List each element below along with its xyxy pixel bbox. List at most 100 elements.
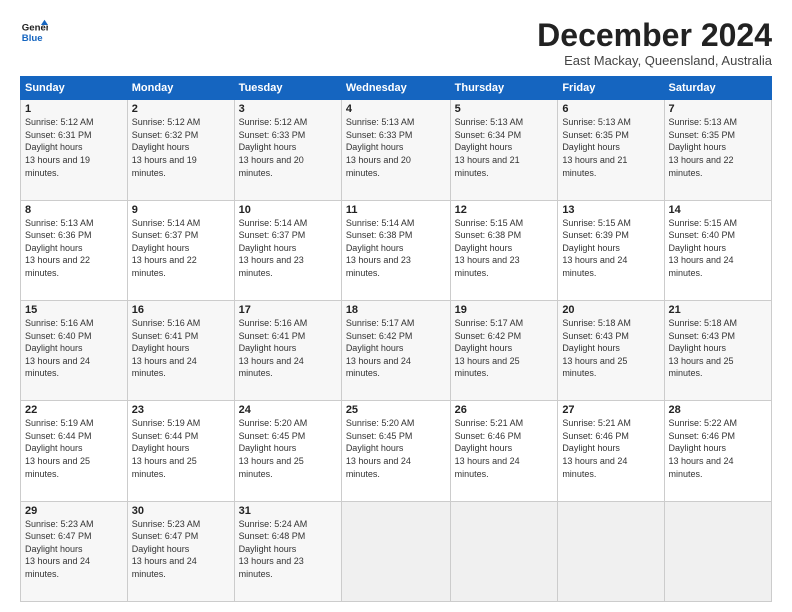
day-detail: Sunrise: 5:13 AMSunset: 6:34 PMDaylight … — [455, 116, 554, 179]
day-number: 21 — [669, 304, 768, 316]
empty-cell — [341, 501, 450, 601]
calendar-day-3: 3 Sunrise: 5:12 AMSunset: 6:33 PMDayligh… — [234, 100, 341, 200]
calendar-day-22: 22 Sunrise: 5:19 AMSunset: 6:44 PMDaylig… — [21, 401, 128, 501]
calendar-week-row: 29 Sunrise: 5:23 AMSunset: 6:47 PMDaylig… — [21, 501, 772, 601]
day-detail: Sunrise: 5:13 AMSunset: 6:33 PMDaylight … — [346, 116, 446, 179]
calendar-header-sunday: Sunday — [21, 77, 128, 100]
page: General Blue December 2024 East Mackay, … — [0, 0, 792, 612]
calendar-day-4: 4 Sunrise: 5:13 AMSunset: 6:33 PMDayligh… — [341, 100, 450, 200]
calendar-header-monday: Monday — [127, 77, 234, 100]
calendar-day-18: 18 Sunrise: 5:17 AMSunset: 6:42 PMDaylig… — [341, 300, 450, 400]
day-number: 7 — [669, 103, 768, 115]
day-detail: Sunrise: 5:13 AMSunset: 6:35 PMDaylight … — [669, 116, 768, 179]
calendar-day-2: 2 Sunrise: 5:12 AMSunset: 6:32 PMDayligh… — [127, 100, 234, 200]
calendar-header-wednesday: Wednesday — [341, 77, 450, 100]
logo-icon: General Blue — [20, 18, 48, 46]
day-number: 14 — [669, 204, 768, 216]
calendar-day-28: 28 Sunrise: 5:22 AMSunset: 6:46 PMDaylig… — [664, 401, 772, 501]
day-detail: Sunrise: 5:17 AMSunset: 6:42 PMDaylight … — [455, 317, 554, 380]
day-number: 17 — [239, 304, 337, 316]
calendar-day-13: 13 Sunrise: 5:15 AMSunset: 6:39 PMDaylig… — [558, 200, 664, 300]
day-number: 30 — [132, 505, 230, 517]
day-number: 16 — [132, 304, 230, 316]
day-number: 8 — [25, 204, 123, 216]
day-number: 11 — [346, 204, 446, 216]
day-detail: Sunrise: 5:16 AMSunset: 6:41 PMDaylight … — [239, 317, 337, 380]
calendar-day-30: 30 Sunrise: 5:23 AMSunset: 6:47 PMDaylig… — [127, 501, 234, 601]
day-detail: Sunrise: 5:14 AMSunset: 6:37 PMDaylight … — [239, 217, 337, 280]
calendar-day-19: 19 Sunrise: 5:17 AMSunset: 6:42 PMDaylig… — [450, 300, 558, 400]
day-detail: Sunrise: 5:12 AMSunset: 6:31 PMDaylight … — [25, 116, 123, 179]
day-number: 28 — [669, 404, 768, 416]
day-detail: Sunrise: 5:16 AMSunset: 6:41 PMDaylight … — [132, 317, 230, 380]
day-number: 12 — [455, 204, 554, 216]
calendar-day-20: 20 Sunrise: 5:18 AMSunset: 6:43 PMDaylig… — [558, 300, 664, 400]
calendar-day-21: 21 Sunrise: 5:18 AMSunset: 6:43 PMDaylig… — [664, 300, 772, 400]
day-number: 18 — [346, 304, 446, 316]
calendar-header-row: SundayMondayTuesdayWednesdayThursdayFrid… — [21, 77, 772, 100]
calendar-header-saturday: Saturday — [664, 77, 772, 100]
day-number: 31 — [239, 505, 337, 517]
calendar-day-9: 9 Sunrise: 5:14 AMSunset: 6:37 PMDayligh… — [127, 200, 234, 300]
day-detail: Sunrise: 5:14 AMSunset: 6:37 PMDaylight … — [132, 217, 230, 280]
calendar-day-8: 8 Sunrise: 5:13 AMSunset: 6:36 PMDayligh… — [21, 200, 128, 300]
day-detail: Sunrise: 5:19 AMSunset: 6:44 PMDaylight … — [25, 417, 123, 480]
day-detail: Sunrise: 5:15 AMSunset: 6:39 PMDaylight … — [562, 217, 659, 280]
calendar-day-29: 29 Sunrise: 5:23 AMSunset: 6:47 PMDaylig… — [21, 501, 128, 601]
day-detail: Sunrise: 5:20 AMSunset: 6:45 PMDaylight … — [346, 417, 446, 480]
empty-cell — [558, 501, 664, 601]
day-number: 3 — [239, 103, 337, 115]
day-detail: Sunrise: 5:13 AMSunset: 6:35 PMDaylight … — [562, 116, 659, 179]
day-number: 22 — [25, 404, 123, 416]
day-detail: Sunrise: 5:18 AMSunset: 6:43 PMDaylight … — [562, 317, 659, 380]
day-detail: Sunrise: 5:15 AMSunset: 6:40 PMDaylight … — [669, 217, 768, 280]
calendar-day-5: 5 Sunrise: 5:13 AMSunset: 6:34 PMDayligh… — [450, 100, 558, 200]
svg-text:Blue: Blue — [22, 33, 43, 44]
day-number: 27 — [562, 404, 659, 416]
subtitle: East Mackay, Queensland, Australia — [537, 53, 772, 68]
day-number: 20 — [562, 304, 659, 316]
day-number: 9 — [132, 204, 230, 216]
day-detail: Sunrise: 5:13 AMSunset: 6:36 PMDaylight … — [25, 217, 123, 280]
day-detail: Sunrise: 5:15 AMSunset: 6:38 PMDaylight … — [455, 217, 554, 280]
day-number: 2 — [132, 103, 230, 115]
calendar-header-thursday: Thursday — [450, 77, 558, 100]
day-detail: Sunrise: 5:21 AMSunset: 6:46 PMDaylight … — [562, 417, 659, 480]
calendar-day-25: 25 Sunrise: 5:20 AMSunset: 6:45 PMDaylig… — [341, 401, 450, 501]
day-detail: Sunrise: 5:17 AMSunset: 6:42 PMDaylight … — [346, 317, 446, 380]
day-detail: Sunrise: 5:24 AMSunset: 6:48 PMDaylight … — [239, 518, 337, 581]
calendar-day-17: 17 Sunrise: 5:16 AMSunset: 6:41 PMDaylig… — [234, 300, 341, 400]
day-number: 19 — [455, 304, 554, 316]
day-number: 15 — [25, 304, 123, 316]
main-title: December 2024 — [537, 18, 772, 53]
day-detail: Sunrise: 5:23 AMSunset: 6:47 PMDaylight … — [132, 518, 230, 581]
day-detail: Sunrise: 5:20 AMSunset: 6:45 PMDaylight … — [239, 417, 337, 480]
header: General Blue December 2024 East Mackay, … — [20, 18, 772, 68]
calendar-header-tuesday: Tuesday — [234, 77, 341, 100]
calendar-day-31: 31 Sunrise: 5:24 AMSunset: 6:48 PMDaylig… — [234, 501, 341, 601]
day-number: 24 — [239, 404, 337, 416]
day-detail: Sunrise: 5:18 AMSunset: 6:43 PMDaylight … — [669, 317, 768, 380]
day-number: 29 — [25, 505, 123, 517]
logo: General Blue — [20, 18, 48, 46]
calendar-day-11: 11 Sunrise: 5:14 AMSunset: 6:38 PMDaylig… — [341, 200, 450, 300]
day-detail: Sunrise: 5:22 AMSunset: 6:46 PMDaylight … — [669, 417, 768, 480]
calendar-day-24: 24 Sunrise: 5:20 AMSunset: 6:45 PMDaylig… — [234, 401, 341, 501]
day-number: 10 — [239, 204, 337, 216]
calendar-day-6: 6 Sunrise: 5:13 AMSunset: 6:35 PMDayligh… — [558, 100, 664, 200]
calendar-day-26: 26 Sunrise: 5:21 AMSunset: 6:46 PMDaylig… — [450, 401, 558, 501]
day-detail: Sunrise: 5:23 AMSunset: 6:47 PMDaylight … — [25, 518, 123, 581]
day-detail: Sunrise: 5:12 AMSunset: 6:32 PMDaylight … — [132, 116, 230, 179]
day-number: 25 — [346, 404, 446, 416]
day-number: 6 — [562, 103, 659, 115]
day-number: 23 — [132, 404, 230, 416]
calendar-header-friday: Friday — [558, 77, 664, 100]
day-detail: Sunrise: 5:14 AMSunset: 6:38 PMDaylight … — [346, 217, 446, 280]
calendar-week-row: 8 Sunrise: 5:13 AMSunset: 6:36 PMDayligh… — [21, 200, 772, 300]
day-number: 1 — [25, 103, 123, 115]
calendar-day-7: 7 Sunrise: 5:13 AMSunset: 6:35 PMDayligh… — [664, 100, 772, 200]
calendar-day-14: 14 Sunrise: 5:15 AMSunset: 6:40 PMDaylig… — [664, 200, 772, 300]
calendar-day-12: 12 Sunrise: 5:15 AMSunset: 6:38 PMDaylig… — [450, 200, 558, 300]
calendar-week-row: 15 Sunrise: 5:16 AMSunset: 6:40 PMDaylig… — [21, 300, 772, 400]
calendar-day-23: 23 Sunrise: 5:19 AMSunset: 6:44 PMDaylig… — [127, 401, 234, 501]
